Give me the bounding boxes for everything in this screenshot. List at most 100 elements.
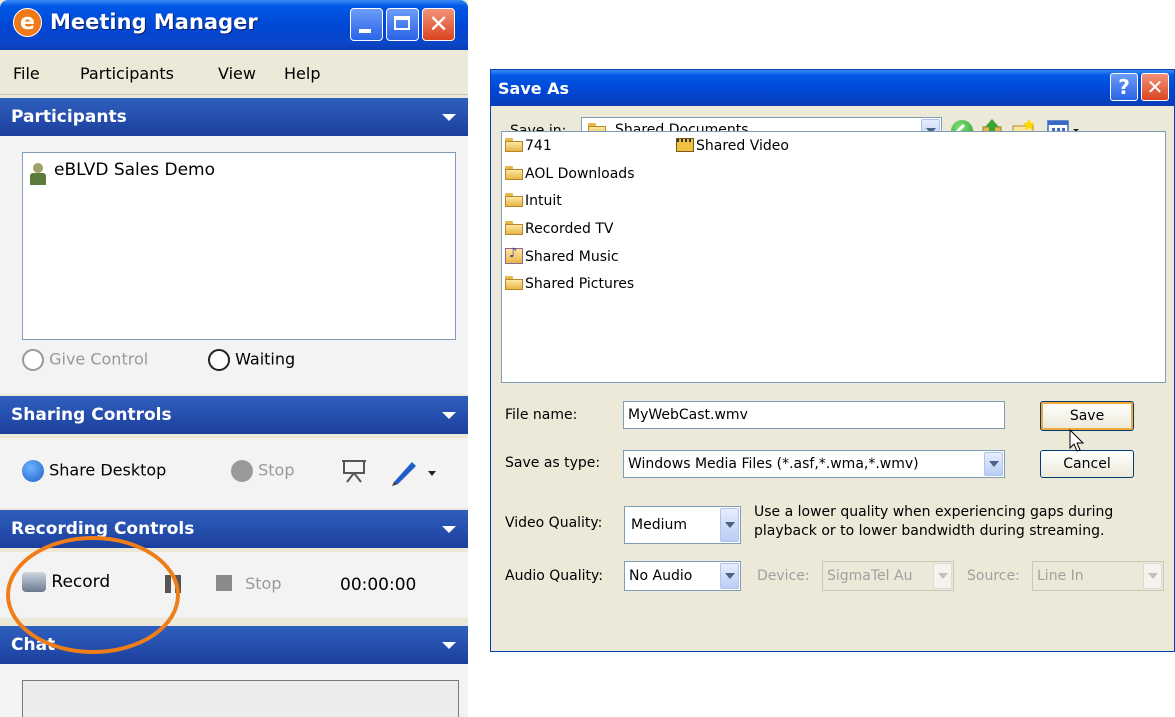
- list-item[interactable]: AOL Downloads: [505, 166, 634, 182]
- recording-timer: 00:00:00: [340, 575, 417, 595]
- folder-icon: [505, 193, 523, 207]
- record-label: Record: [51, 572, 111, 592]
- stop-square-icon: [216, 575, 232, 591]
- audio-quality-value: No Audio: [629, 568, 693, 584]
- save-as-type-dropdown[interactable]: Windows Media Files (*.asf,*.wma,*.wmv): [623, 450, 1005, 478]
- video-folder-icon: [676, 138, 694, 152]
- file-name-input[interactable]: MyWebCast.wmv: [623, 401, 1005, 429]
- section-title: Chat: [11, 635, 56, 655]
- play-icon: [22, 460, 44, 482]
- save-button[interactable]: Save: [1040, 401, 1134, 431]
- list-item[interactable]: Intuit: [505, 193, 562, 209]
- list-item[interactable]: Shared Music: [505, 246, 619, 265]
- save-as-type-label: Save as type:: [505, 455, 601, 471]
- share-desktop-label: Share Desktop: [49, 460, 167, 480]
- audio-quality-dropdown[interactable]: No Audio: [624, 561, 741, 591]
- save-as-dialog: Save As ? ✕ Save in: Shared Documents 74…: [490, 69, 1175, 652]
- waiting-status: Waiting: [208, 349, 295, 371]
- folder-icon: [505, 221, 523, 235]
- give-control-label: Give Control: [49, 349, 149, 369]
- dialog-title-bar[interactable]: Save As ? ✕: [491, 70, 1174, 106]
- folder-icon: [505, 166, 523, 180]
- recording-stop-button[interactable]: Stop: [216, 574, 281, 593]
- menu-participants[interactable]: Participants: [80, 64, 174, 83]
- file-name: Shared Video: [696, 138, 789, 154]
- file-name: AOL Downloads: [525, 166, 635, 182]
- dropdown-arrow-icon[interactable]: [984, 452, 1003, 476]
- section-title: Recording Controls: [11, 519, 195, 539]
- dropdown-arrow-icon[interactable]: [720, 563, 739, 589]
- folder-icon: [505, 138, 523, 152]
- file-list[interactable]: 741 AOL Downloads Intuit Recorded TV Sha…: [501, 131, 1166, 383]
- chat-section-header[interactable]: Chat: [0, 626, 468, 664]
- file-name: Shared Pictures: [525, 276, 635, 292]
- file-name: Intuit: [525, 193, 562, 209]
- collapse-chevron-icon[interactable]: [442, 412, 456, 419]
- stopwatch-icon: [208, 349, 230, 371]
- sharing-stop-label: Stop: [258, 460, 295, 480]
- person-icon: [30, 163, 46, 185]
- list-item[interactable]: Recorded TV: [505, 221, 613, 237]
- maximize-icon: [394, 16, 410, 30]
- chat-box[interactable]: [22, 680, 459, 717]
- sharing-stop-button[interactable]: Stop: [231, 460, 294, 482]
- dropdown-arrow-icon[interactable]: [1143, 563, 1162, 589]
- file-name: Shared Music: [525, 249, 619, 265]
- app-logo-icon: e: [13, 8, 42, 37]
- section-title: Sharing Controls: [11, 405, 172, 425]
- dropdown-arrow-icon[interactable]: [933, 563, 952, 589]
- minimize-button[interactable]: [350, 8, 383, 41]
- give-control-button[interactable]: Give Control: [22, 349, 148, 371]
- source-value: Line In: [1037, 568, 1084, 584]
- dropdown-arrow-icon[interactable]: [720, 508, 739, 542]
- device-dropdown[interactable]: SigmaTel Au: [822, 561, 954, 591]
- source-dropdown[interactable]: Line In: [1032, 561, 1164, 591]
- list-item[interactable]: Shared Pictures: [505, 276, 634, 292]
- pause-button[interactable]: [163, 573, 183, 595]
- music-folder-icon: [505, 246, 523, 264]
- menu-help[interactable]: Help: [284, 64, 320, 83]
- file-name: 741: [525, 138, 552, 154]
- share-desktop-button[interactable]: Share Desktop: [22, 460, 166, 482]
- recording-controls-section-header[interactable]: Recording Controls: [0, 510, 468, 548]
- cancel-button[interactable]: Cancel: [1040, 450, 1134, 478]
- collapse-chevron-icon[interactable]: [442, 114, 456, 121]
- stop-icon: [231, 460, 253, 482]
- device-label: Device:: [757, 568, 810, 584]
- mouse-icon: [22, 349, 44, 371]
- menu-view[interactable]: View: [218, 64, 256, 83]
- save-as-type-value: Windows Media Files (*.asf,*.wma,*.wmv): [628, 456, 919, 472]
- minimize-icon: [359, 29, 371, 33]
- waiting-label: Waiting: [235, 349, 296, 369]
- video-quality-dropdown[interactable]: Medium: [624, 506, 741, 544]
- pause-icon: [165, 575, 181, 593]
- maximize-button[interactable]: [386, 8, 419, 41]
- list-item[interactable]: Shared Video: [676, 138, 789, 154]
- collapse-chevron-icon[interactable]: [442, 642, 456, 649]
- participant-name[interactable]: eBLVD Sales Demo: [54, 160, 215, 180]
- file-name-value: MyWebCast.wmv: [628, 407, 748, 423]
- participants-list[interactable]: eBLVD Sales Demo: [22, 152, 456, 340]
- audio-quality-label: Audio Quality:: [505, 568, 603, 584]
- presentation-icon[interactable]: [341, 458, 367, 484]
- collapse-chevron-icon[interactable]: [442, 526, 456, 533]
- sharing-controls-section-header[interactable]: Sharing Controls: [0, 396, 468, 434]
- help-button[interactable]: ?: [1110, 73, 1138, 101]
- annotate-pen-dropdown[interactable]: [388, 456, 438, 486]
- participants-section-header[interactable]: Participants: [0, 98, 468, 136]
- section-title: Participants: [11, 107, 127, 127]
- title-bar[interactable]: e Meeting Manager ✕: [0, 0, 468, 50]
- close-button[interactable]: ✕: [422, 8, 455, 41]
- window-title: Meeting Manager: [50, 10, 258, 34]
- record-button[interactable]: Record: [22, 572, 110, 592]
- source-label: Source:: [967, 568, 1020, 584]
- menu-file[interactable]: File: [13, 64, 40, 83]
- dialog-close-button[interactable]: ✕: [1141, 73, 1169, 101]
- close-icon: ✕: [1146, 75, 1164, 99]
- close-icon: ✕: [428, 10, 449, 38]
- video-quality-label: Video Quality:: [505, 515, 603, 531]
- list-item[interactable]: 741: [505, 138, 552, 154]
- device-value: SigmaTel Au: [827, 568, 913, 584]
- video-quality-value: Medium: [631, 517, 687, 533]
- menu-bar: File Participants View Help: [0, 54, 468, 95]
